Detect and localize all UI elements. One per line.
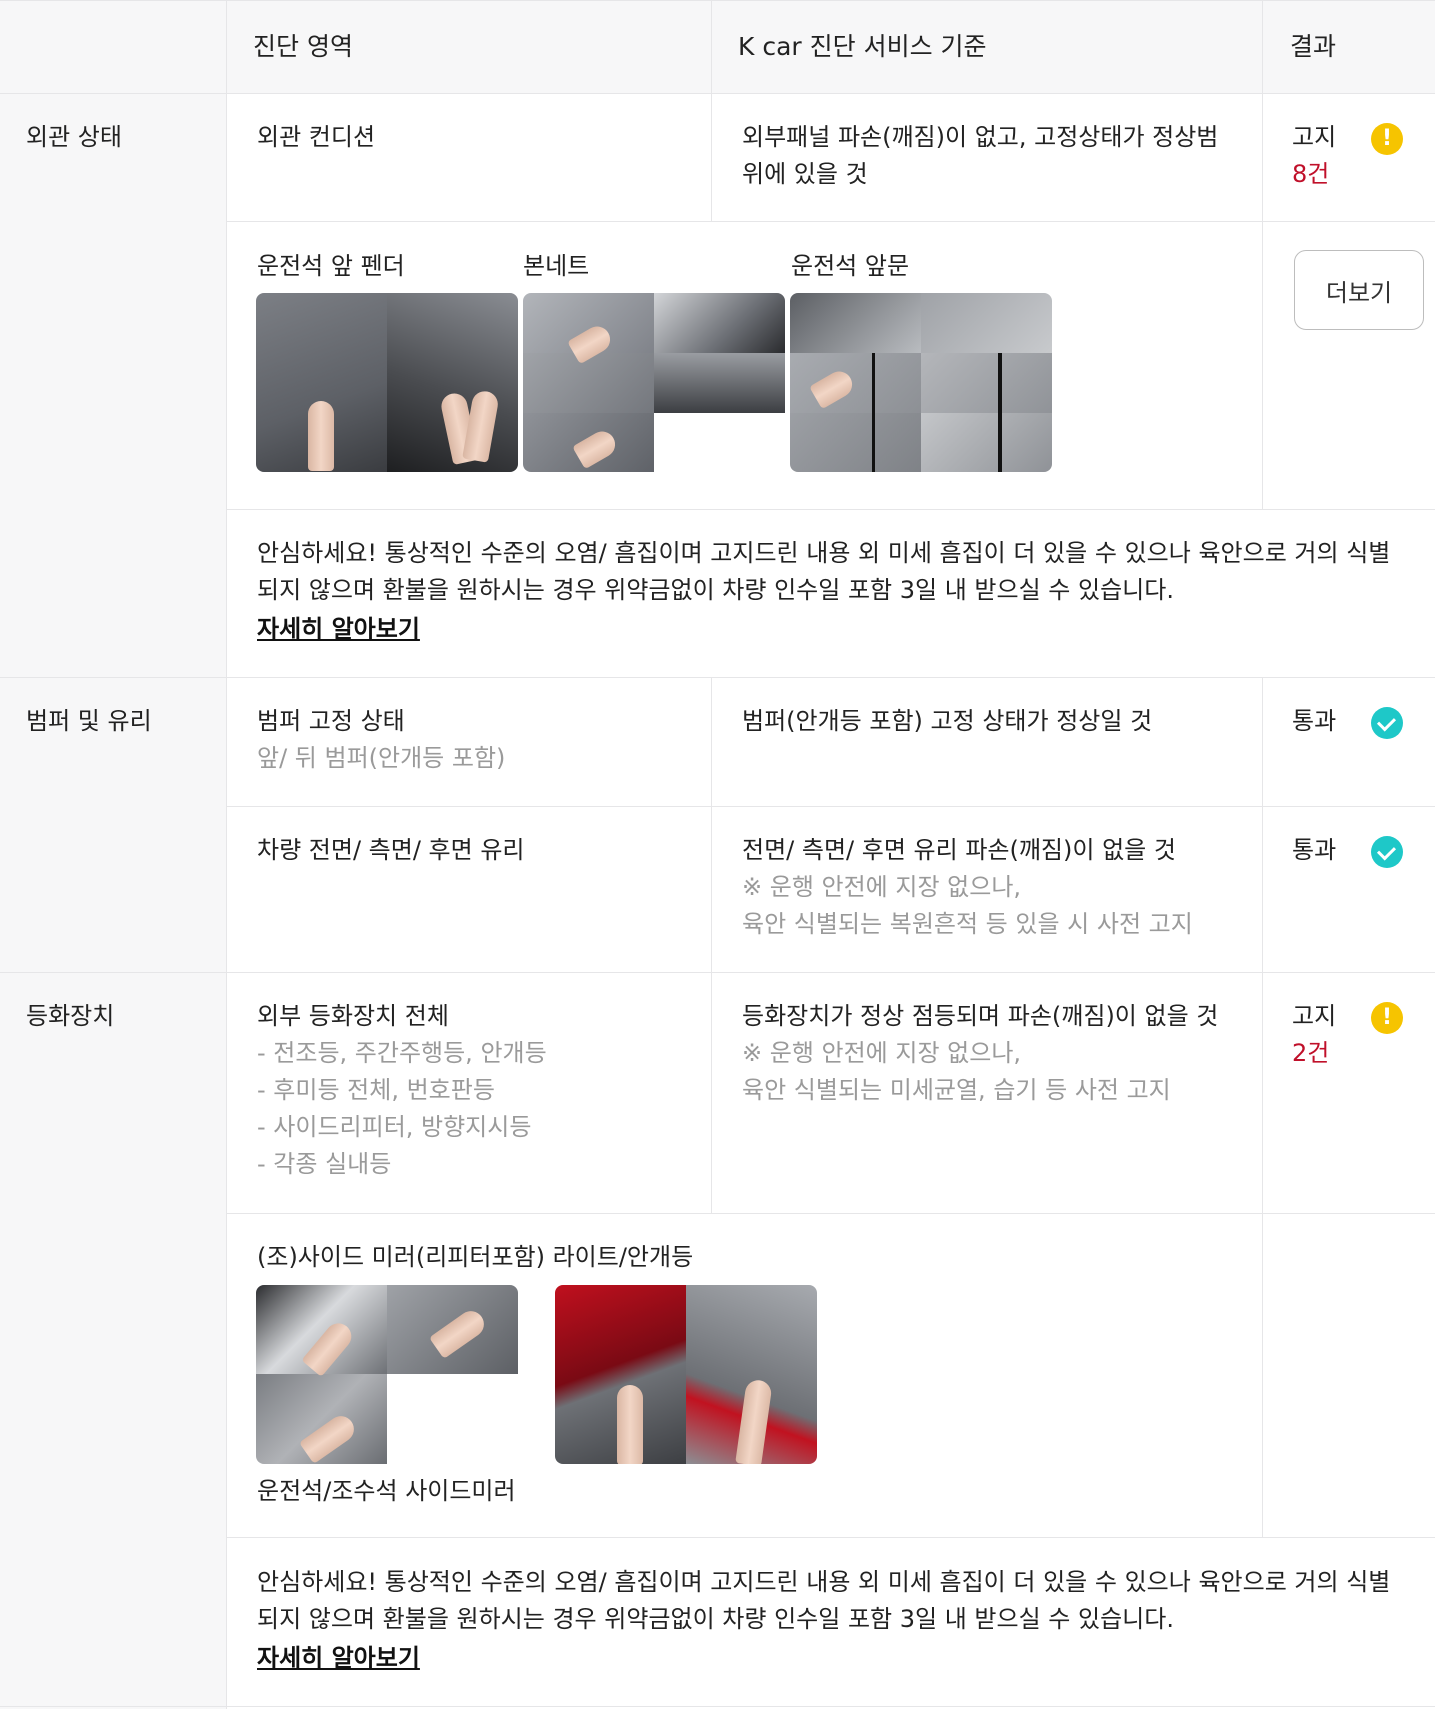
lights-result-count: 2건: [1292, 1039, 1330, 1067]
lights-note1: ※ 운행 안전에 지장 없으나,: [742, 1039, 1022, 1067]
photo-label-front-door: 운전석 앞문: [791, 252, 910, 280]
category-lights: 등화장치: [26, 1002, 115, 1030]
photo-rear-lamp[interactable]: [555, 1285, 817, 1464]
category-column: [0, 0, 226, 1709]
header-area: 진단 영역: [253, 32, 353, 61]
exclamation-icon: !: [1371, 1002, 1403, 1034]
category-exterior: 외관 상태: [26, 123, 122, 151]
check-icon: [1371, 707, 1403, 739]
lights-sub1: - 전조등, 주간주행등, 안개등: [257, 1039, 547, 1067]
bumper-item: 범퍼 고정 상태: [257, 707, 405, 735]
photo-front-fender[interactable]: [256, 293, 518, 472]
exterior-notice-line1: 안심하세요! 통상적인 수준의 오염/ 흠집이며 고지드린 내용 외 미세 흠집…: [257, 539, 1391, 567]
lights-photo-caption: 운전석/조수석 사이드미러: [257, 1477, 516, 1505]
exterior-detail-link[interactable]: 자세히 알아보기: [257, 611, 420, 648]
check-icon: [1371, 836, 1403, 868]
photo-label-bonnet: 본네트: [523, 252, 590, 280]
photo-front-door[interactable]: [790, 293, 1052, 472]
bumper-item-sub: 앞/ 뒤 범퍼(안개등 포함): [257, 744, 506, 772]
category-bumper: 범퍼 및 유리: [26, 707, 152, 735]
exterior-item: 외관 컨디션: [257, 123, 376, 151]
lights-notice-line1: 안심하세요! 통상적인 수준의 오염/ 흠집이며 고지드린 내용 외 미세 흠집…: [257, 1568, 1391, 1596]
diagnosis-table: 진단 영역 K car 진단 서비스 기준 결과 외관 상태 외관 컨디션 외부…: [0, 0, 1435, 1709]
lights-result-label: 고지: [1292, 1002, 1337, 1030]
lights-item: 외부 등화장치 전체: [257, 1002, 449, 1030]
lights-note2: 육안 식별되는 미세균열, 습기 등 사전 고지: [742, 1076, 1171, 1104]
exterior-standard-line2: 위에 있을 것: [742, 160, 868, 188]
glass-standard: 전면/ 측면/ 후면 유리 파손(깨짐)이 없을 것: [742, 836, 1176, 864]
header-result: 결과: [1290, 32, 1337, 61]
header-standard: K car 진단 서비스 기준: [738, 32, 987, 61]
bumper-standard: 범퍼(안개등 포함) 고정 상태가 정상일 것: [742, 707, 1153, 735]
lights-standard: 등화장치가 정상 점등되며 파손(깨짐)이 없을 것: [742, 1002, 1219, 1030]
lights-photo-title: (조)사이드 미러(리피터포함) 라이트/안개등: [257, 1243, 694, 1271]
lights-detail-link[interactable]: 자세히 알아보기: [257, 1640, 420, 1677]
glass-result: 통과: [1292, 836, 1337, 864]
bumper-result: 통과: [1292, 707, 1337, 735]
lights-notice-line2: 되지 않으며 환불을 원하시는 경우 위약금없이 차량 인수일 포함 3일 내 …: [257, 1605, 1174, 1633]
exterior-notice-line2: 되지 않으며 환불을 원하시는 경우 위약금없이 차량 인수일 포함 3일 내 …: [257, 576, 1174, 604]
photo-bonnet[interactable]: [523, 293, 785, 472]
glass-note2: 육안 식별되는 복원흔적 등 있을 시 사전 고지: [742, 910, 1193, 938]
lights-sub2: - 후미등 전체, 번호판등: [257, 1076, 495, 1104]
glass-item: 차량 전면/ 측면/ 후면 유리: [257, 836, 525, 864]
lights-sub4: - 각종 실내등: [257, 1150, 392, 1178]
exterior-standard-line1: 외부패널 파손(깨짐)이 없고, 고정상태가 정상범: [742, 123, 1219, 151]
photo-label-front-fender: 운전석 앞 펜더: [257, 252, 405, 280]
exterior-result-count: 8건: [1292, 160, 1330, 188]
glass-note1: ※ 운행 안전에 지장 없으나,: [742, 873, 1022, 901]
more-button[interactable]: 더보기: [1294, 250, 1424, 330]
exclamation-icon: !: [1371, 123, 1403, 155]
photo-side-mirror[interactable]: [256, 1285, 518, 1464]
lights-sub3: - 사이드리피터, 방향지시등: [257, 1113, 532, 1141]
exterior-result-label: 고지: [1292, 123, 1337, 151]
